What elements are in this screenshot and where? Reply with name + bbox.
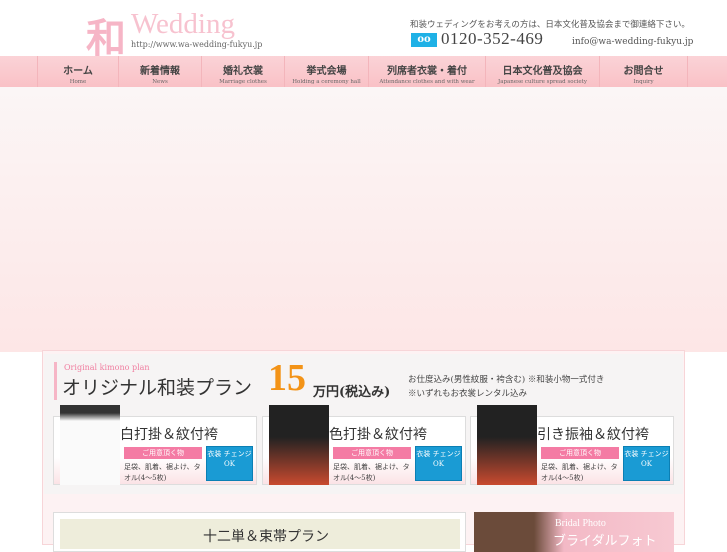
card-title: 色打掛＆紋付袴	[329, 427, 427, 443]
card-title: 引き振袖＆紋付袴	[537, 427, 649, 443]
nav-sublabel: Holding a ceremony hall	[292, 79, 361, 85]
email-address[interactable]: info@wa-wedding-fukyu.jp	[572, 37, 693, 47]
nav-label: 挙式会場	[306, 66, 347, 77]
card-items: 足袋、肌着、裾よけ、タオル(4～5枚)	[541, 463, 618, 482]
card-items: 足袋、肌着、裾よけ、タオル(4～5枚)	[333, 463, 410, 482]
nav-label: 日本文化普及協会	[502, 66, 583, 77]
plan-price-unit: 万円(税込み)	[313, 385, 391, 400]
nav-sublabel: News	[152, 79, 168, 85]
nav-label: ホーム	[63, 66, 93, 77]
nav-news[interactable]: 新着情報 News	[119, 56, 202, 87]
plan-note: お仕度込み(男性紋服・袴含む) ※和装小物一式付き	[408, 375, 605, 385]
plan-subtitle: Original kimono plan	[64, 363, 150, 372]
logo-word[interactable]: Wedding	[131, 8, 235, 41]
costume-change-button[interactable]: 衣装 チェンジ OK	[206, 446, 253, 481]
plan-accent-bar	[54, 362, 57, 400]
plan-note: ※いずれもお衣裳レンタル込み	[408, 389, 528, 399]
nav-label: 列席者衣裳・着付	[387, 66, 467, 77]
nav-sublabel: Home	[69, 79, 87, 85]
freedial-icon: oo	[411, 33, 437, 47]
nav-sublabel: Marriage clothes	[219, 79, 267, 85]
plan-card-shiro-uchikake[interactable]: 白打掛＆紋付袴 ご用意頂く物 足袋、肌着、裾よけ、タオル(4～5枚) 衣装 チェ…	[53, 405, 257, 485]
card-tag: ご用意頂く物	[333, 447, 411, 459]
bridal-photo-en: Bridal Photo	[555, 518, 606, 529]
juni-hitoe-title: 十二単＆束帯プラン	[203, 529, 329, 545]
costume-change-button[interactable]: 衣装 チェンジ OK	[623, 446, 670, 481]
card-tag: ご用意頂く物	[124, 447, 202, 459]
plan-price: 15	[268, 357, 306, 399]
nav-marriage-clothes[interactable]: 婚礼衣裳 Marriage clothes	[202, 56, 285, 87]
nav-label: 新着情報	[140, 66, 180, 77]
nav-inquiry[interactable]: お問合せ Inquiry	[600, 56, 688, 87]
plan-title: オリジナル和装プラン	[62, 377, 253, 399]
nav-sublabel: Inquiry	[633, 79, 654, 85]
costume-change-button[interactable]: 衣装 チェンジ OK	[415, 446, 462, 481]
couple-photo	[477, 405, 537, 485]
nav-label: お問合せ	[623, 66, 664, 77]
phone-number: 0120-352-469	[441, 29, 544, 48]
hero-banner	[0, 87, 727, 352]
nav-sublabel: Japanese culture spread society	[498, 79, 587, 85]
card-items: 足袋、肌着、裾よけ、タオル(4～5枚)	[124, 463, 201, 482]
plan-card-iro-uchikake[interactable]: 色打掛＆紋付袴 ご用意頂く物 足袋、肌着、裾よけ、タオル(4～5枚) 衣装 チェ…	[262, 405, 466, 485]
nav-ceremony-hall[interactable]: 挙式会場 Holding a ceremony hall	[285, 56, 369, 87]
nav-attendance-clothes[interactable]: 列席者衣裳・着付 Attendance clothes and with wear	[369, 56, 486, 87]
couple-photo	[269, 405, 329, 485]
bride-photo	[60, 405, 120, 485]
bridal-photo-ja: ブライダルフォト	[553, 534, 657, 549]
nav-sublabel: Attendance clothes and with wear	[379, 79, 475, 85]
nav-home[interactable]: ホーム Home	[37, 56, 119, 87]
card-tag: ご用意頂く物	[541, 447, 619, 459]
card-title: 白打掛＆紋付袴	[120, 427, 218, 443]
logo-url: http://www.wa-wedding-fukyu.jp	[131, 40, 263, 49]
main-nav: ホーム Home 新着情報 News 婚礼衣裳 Marriage clothes 挙式…	[0, 56, 727, 87]
nav-society[interactable]: 日本文化普及協会 Japanese culture spread society	[486, 56, 600, 87]
plan-card-hikifurisode[interactable]: 引き振袖＆紋付袴 ご用意頂く物 足袋、肌着、裾よけ、タオル(4～5枚) 衣装 チ…	[470, 405, 674, 485]
nav-label: 婚礼衣裳	[223, 66, 263, 77]
